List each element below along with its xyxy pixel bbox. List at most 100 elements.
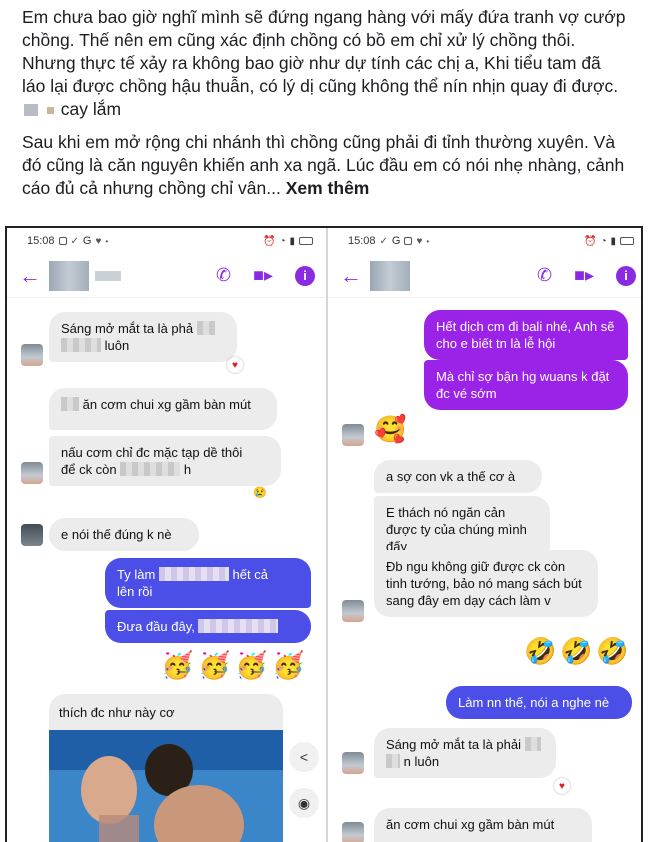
message-bubble[interactable]: Sáng mở mắt ta là phả luôn: [49, 312, 237, 362]
post-paragraph-1: Em chưa bao giờ nghĩ mình sẽ đứng ngang …: [22, 6, 628, 121]
heart-reaction-icon: ♥: [554, 778, 570, 794]
wifi-icon: ◔: [600, 235, 607, 247]
post-text: Em chưa bao giờ nghĩ mình sẽ đứng ngang …: [22, 6, 628, 210]
back-arrow-icon[interactable]: ←: [340, 263, 370, 289]
message-text: nấu cơm chỉ đc mặc tạp dề thôi: [61, 445, 243, 460]
status-bar: 15:08 ✓ G ♥ • ⏰ ◔ ▮: [328, 228, 641, 254]
message-text: Đưa đầu đây,: [117, 619, 195, 634]
screenshot-frame: 15:08 ✓ G ♥ • ⏰ ◔ ▮ ← ✆ ■▸ i Sáng mở mắt…: [5, 226, 643, 842]
blurred-text: [196, 321, 215, 335]
status-letter: G: [391, 235, 401, 247]
contact-avatar[interactable]: [49, 260, 89, 291]
blurred-emoji: [24, 104, 38, 116]
status-left: 15:08 ✓ G ♥ •: [348, 235, 429, 247]
message-bubble[interactable]: a sợ con vk a thế cơ à: [374, 460, 542, 493]
blurred-text: [524, 737, 541, 751]
emoji: 🤣: [560, 636, 593, 666]
emoji: 🤣: [524, 636, 557, 666]
status-letter: G: [82, 235, 92, 247]
dot-icon: •: [105, 236, 109, 246]
share-icon[interactable]: <: [289, 742, 319, 772]
message-text: E thách nó ngăn cản được ty của chúng mì…: [386, 505, 527, 554]
photo-image: [49, 730, 283, 842]
back-arrow-icon[interactable]: ←: [19, 263, 49, 289]
message-bubble[interactable]: ăn cơm chui xg gầm bàn mút: [374, 808, 592, 842]
sender-avatar: [21, 344, 43, 366]
wifi-icon: ◔: [279, 235, 286, 247]
phone-icon[interactable]: ✆: [537, 265, 552, 286]
dot-icon: •: [426, 236, 430, 246]
message-bubble[interactable]: Ty làm hết cả lên rồi: [105, 558, 311, 608]
contact-avatar[interactable]: [370, 260, 410, 291]
sender-avatar: [342, 600, 364, 622]
camera-icon[interactable]: ◉: [289, 788, 319, 818]
message-bubble[interactable]: Làm nn thế, nói a nghe nè: [446, 686, 632, 719]
message-text: Sáng mở mắt ta là phả: [61, 321, 194, 336]
message-text: Làm nn thế, nói a nghe nè: [458, 695, 610, 710]
chat-header: ← ✆ ■▸ i: [328, 254, 641, 298]
status-bar: 15:08 ✓ G ♥ • ⏰ ◔ ▮: [7, 228, 325, 254]
contact-name[interactable]: [95, 270, 121, 281]
message-text: thích đc như này cơ: [59, 705, 175, 720]
heart-reaction-icon: ♥: [227, 357, 243, 373]
sender-avatar: [342, 424, 364, 446]
battery-icon: [299, 237, 313, 245]
message-bubble[interactable]: nấu cơm chỉ đc mặc tạp dề thôi để ck còn…: [49, 436, 281, 486]
message-text: để ck còn: [61, 462, 117, 477]
blurred-text: [198, 619, 279, 633]
sender-avatar: [21, 462, 43, 484]
blurred-emoji: [46, 107, 54, 114]
message-text: h: [183, 462, 192, 477]
alarm-icon: ⏰: [262, 235, 276, 247]
sad-reaction-icon: 😢: [253, 487, 267, 499]
emoji: 🥳: [272, 650, 305, 680]
alarm-icon: ⏰: [583, 235, 597, 247]
chat-header: ← ✆ ■▸ i: [7, 254, 325, 298]
message-text: Ty làm: [117, 567, 156, 582]
message-text: Hết dịch cm đi bali nhé, Anh sẽ cho e bi…: [436, 319, 615, 351]
message-text: hết cả: [232, 567, 268, 582]
info-icon[interactable]: i: [295, 265, 315, 286]
message-bubble[interactable]: Hết dịch cm đi bali nhé, Anh sẽ cho e bi…: [424, 310, 628, 360]
video-camera-icon[interactable]: ■▸: [574, 265, 594, 286]
message-bubble[interactable]: Mà chỉ sợ bận hg wuans k đặt đc vé sớm: [424, 360, 628, 410]
video-camera-icon[interactable]: ■▸: [253, 265, 273, 286]
message-bubble[interactable]: Sáng mở mắt ta là phải n luôn: [374, 728, 556, 778]
phone-icon[interactable]: ✆: [216, 265, 231, 286]
check-icon: ✓: [379, 235, 388, 247]
image-message[interactable]: thích đc như này cơ: [49, 694, 283, 842]
notification-icon: [58, 237, 67, 245]
emoji: 🥳: [235, 650, 268, 680]
signal-icon: ▮: [610, 235, 616, 247]
status-right: ⏰ ◔ ▮: [584, 236, 634, 247]
post-paragraph-2: Sau khi em mở rộng chi nhánh thì chồng c…: [22, 131, 628, 200]
emoji: 🤣: [596, 636, 629, 666]
right-chat-screenshot: 15:08 ✓ G ♥ • ⏰ ◔ ▮ ← ✆ ■▸ i Hết dịch cm…: [328, 228, 641, 842]
status-time: 15:08: [27, 235, 55, 247]
status-left: 15:08 ✓ G ♥ •: [27, 235, 108, 247]
message-bubble[interactable]: e nói thế đúng k nè: [49, 518, 199, 551]
sender-avatar: [342, 822, 364, 842]
emoji: 🥳: [198, 650, 231, 680]
message-text: ăn cơm chui xg gầm bàn mút: [386, 817, 555, 832]
chat-photo[interactable]: [49, 730, 283, 842]
message-bubble[interactable]: Đb ngu không giữ được ck còn tinh tướng,…: [374, 550, 598, 617]
status-right: ⏰ ◔ ▮: [263, 236, 313, 247]
blurred-text: [61, 338, 101, 352]
message-bubble[interactable]: ăn cơm chui xg gầm bàn mút: [49, 388, 277, 430]
sender-avatar: [21, 524, 43, 546]
sender-avatar: [342, 752, 364, 774]
message-text: lên rồi: [117, 584, 153, 599]
message-bubble[interactable]: Đưa đầu đây,: [105, 610, 311, 643]
message-text: Đb ngu không giữ được ck còn tinh tướng,…: [386, 559, 582, 608]
message-text: Sáng mở mắt ta là phải: [386, 737, 521, 752]
blurred-text: [120, 462, 181, 476]
message-text: luôn: [104, 338, 130, 353]
notification-icon: [404, 237, 413, 245]
heart-status-icon: ♥: [95, 235, 102, 247]
sticker-emoji: 🥰: [374, 414, 407, 444]
message-text: Mà chỉ sợ bận hg wuans k đặt đc vé sớm: [436, 369, 610, 401]
blurred-text: [158, 567, 229, 581]
see-more-link[interactable]: Xem thêm: [286, 178, 370, 198]
info-icon[interactable]: i: [616, 265, 636, 286]
